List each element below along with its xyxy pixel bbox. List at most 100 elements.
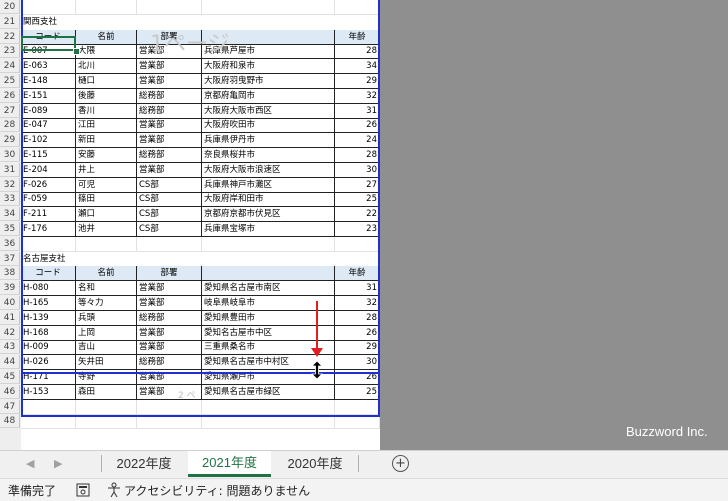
address-cell[interactable] xyxy=(202,399,335,415)
dept-cell[interactable]: 総務部 xyxy=(137,148,202,163)
row-header[interactable]: 46 xyxy=(0,384,20,399)
address-cell[interactable]: 大阪府大阪市浪速区 xyxy=(202,162,335,178)
dept-cell[interactable]: 営業部 xyxy=(137,118,202,134)
name-cell[interactable]: 北川 xyxy=(76,59,137,75)
code-cell[interactable]: E-047 xyxy=(21,118,76,134)
name-cell[interactable] xyxy=(76,0,137,15)
code-cell[interactable]: H-165 xyxy=(21,296,76,311)
dept-cell[interactable] xyxy=(137,236,202,252)
code-cell[interactable]: H-009 xyxy=(21,340,76,356)
row-header[interactable]: 39 xyxy=(0,281,20,296)
name-cell[interactable]: 池井 xyxy=(76,222,137,237)
row-header[interactable]: 34 xyxy=(0,207,20,222)
row-header[interactable]: 44 xyxy=(0,355,20,370)
name-cell[interactable] xyxy=(76,414,137,430)
code-cell[interactable]: コード xyxy=(21,29,76,45)
row-header[interactable]: 38 xyxy=(0,266,20,281)
row-header[interactable]: 27 xyxy=(0,103,20,118)
dept-cell[interactable]: 営業部 xyxy=(137,340,202,356)
age-cell[interactable]: 26 xyxy=(335,118,380,134)
age-cell[interactable]: 25 xyxy=(335,384,380,400)
row-header[interactable]: 45 xyxy=(0,370,20,384)
age-cell[interactable] xyxy=(335,399,380,415)
tab-2021[interactable]: 2021年度 xyxy=(188,451,271,477)
add-sheet-button[interactable]: + xyxy=(392,455,409,472)
name-cell[interactable]: 名前 xyxy=(76,266,137,282)
age-cell[interactable]: 27 xyxy=(335,177,380,193)
row-header[interactable]: 40 xyxy=(0,296,20,310)
age-cell[interactable] xyxy=(335,236,380,252)
age-cell[interactable] xyxy=(335,414,380,430)
name-cell[interactable]: 樋口 xyxy=(76,74,137,89)
row-header[interactable]: 30 xyxy=(0,148,20,162)
age-cell[interactable]: 29 xyxy=(335,74,380,89)
row-header[interactable]: 43 xyxy=(0,340,20,355)
age-cell[interactable]: 28 xyxy=(335,148,380,163)
age-cell[interactable]: 26 xyxy=(335,325,380,341)
name-cell[interactable]: 矢井田 xyxy=(76,355,137,371)
name-cell[interactable] xyxy=(76,236,137,252)
age-cell[interactable] xyxy=(335,0,380,15)
dept-cell[interactable]: 営業部 xyxy=(137,59,202,75)
code-cell[interactable] xyxy=(21,414,76,430)
address-cell[interactable]: 愛知県名古屋市南区 xyxy=(202,281,335,297)
age-cell[interactable]: 23 xyxy=(335,222,380,237)
address-cell[interactable]: 兵庫県宝塚市 xyxy=(202,222,335,237)
row-header[interactable]: 36 xyxy=(0,236,20,251)
row-header[interactable]: 32 xyxy=(0,177,20,192)
dept-cell[interactable]: 営業部 xyxy=(137,133,202,149)
row-header[interactable]: 41 xyxy=(0,310,20,325)
dept-cell[interactable]: 営業部 xyxy=(137,384,202,400)
age-cell[interactable]: 31 xyxy=(335,281,380,297)
age-cell[interactable]: 28 xyxy=(335,310,380,326)
name-cell[interactable]: 安藤 xyxy=(76,148,137,163)
code-cell[interactable]: H-139 xyxy=(21,310,76,326)
name-cell[interactable]: 吉山 xyxy=(76,340,137,356)
section-title[interactable]: 名古屋支社 xyxy=(21,252,221,267)
accessibility-status[interactable]: アクセシビリティ: 問題ありません xyxy=(124,482,310,499)
age-cell[interactable]: 30 xyxy=(335,355,380,371)
age-cell[interactable]: 28 xyxy=(335,44,380,60)
name-cell[interactable]: 瀬口 xyxy=(76,207,137,223)
code-cell[interactable]: F-026 xyxy=(21,177,76,193)
macro-record-icon[interactable] xyxy=(76,483,90,497)
name-cell[interactable] xyxy=(76,399,137,415)
code-cell[interactable]: E-115 xyxy=(21,148,76,163)
dept-cell[interactable] xyxy=(137,414,202,430)
code-cell[interactable]: F-176 xyxy=(21,222,76,237)
age-cell[interactable]: 年齢 xyxy=(335,266,380,282)
address-cell[interactable]: 大阪府和泉市 xyxy=(202,59,335,75)
code-cell[interactable]: F-211 xyxy=(21,207,76,223)
code-cell[interactable] xyxy=(21,0,76,15)
age-cell[interactable]: 年齢 xyxy=(335,29,380,45)
dept-cell[interactable]: 総務部 xyxy=(137,355,202,371)
address-cell[interactable]: 京都府京都市伏見区 xyxy=(202,207,335,223)
row-header[interactable]: 24 xyxy=(0,59,20,74)
code-cell[interactable]: コード xyxy=(21,266,76,282)
address-cell[interactable]: 大阪府羽曳野市 xyxy=(202,74,335,89)
dept-cell[interactable] xyxy=(137,0,202,15)
row-header[interactable]: 26 xyxy=(0,88,20,103)
age-cell[interactable]: 24 xyxy=(335,133,380,149)
code-cell[interactable]: E-102 xyxy=(21,133,76,149)
code-cell[interactable] xyxy=(21,236,76,252)
age-cell[interactable]: 22 xyxy=(335,207,380,223)
address-cell[interactable] xyxy=(202,266,335,282)
address-cell[interactable]: 兵庫県伊丹市 xyxy=(202,133,335,149)
address-cell[interactable]: 大阪府大阪市西区 xyxy=(202,103,335,119)
address-cell[interactable]: 兵庫県神戸市灘区 xyxy=(202,177,335,193)
accessibility-icon[interactable] xyxy=(107,482,121,498)
address-cell[interactable]: 奈良県桜井市 xyxy=(202,148,335,163)
code-cell[interactable]: H-026 xyxy=(21,355,76,371)
name-cell[interactable]: 後藤 xyxy=(76,88,137,104)
row-header[interactable]: 33 xyxy=(0,192,20,207)
age-cell[interactable]: 31 xyxy=(335,103,380,119)
age-cell[interactable]: 32 xyxy=(335,296,380,311)
address-cell[interactable]: 大阪府吹田市 xyxy=(202,118,335,134)
age-cell[interactable]: 25 xyxy=(335,192,380,208)
row-header[interactable]: 37 xyxy=(0,251,20,266)
code-cell[interactable]: E-089 xyxy=(21,103,76,119)
name-cell[interactable]: 江田 xyxy=(76,118,137,134)
name-cell[interactable]: 名前 xyxy=(76,29,137,45)
name-cell[interactable]: 新田 xyxy=(76,133,137,149)
